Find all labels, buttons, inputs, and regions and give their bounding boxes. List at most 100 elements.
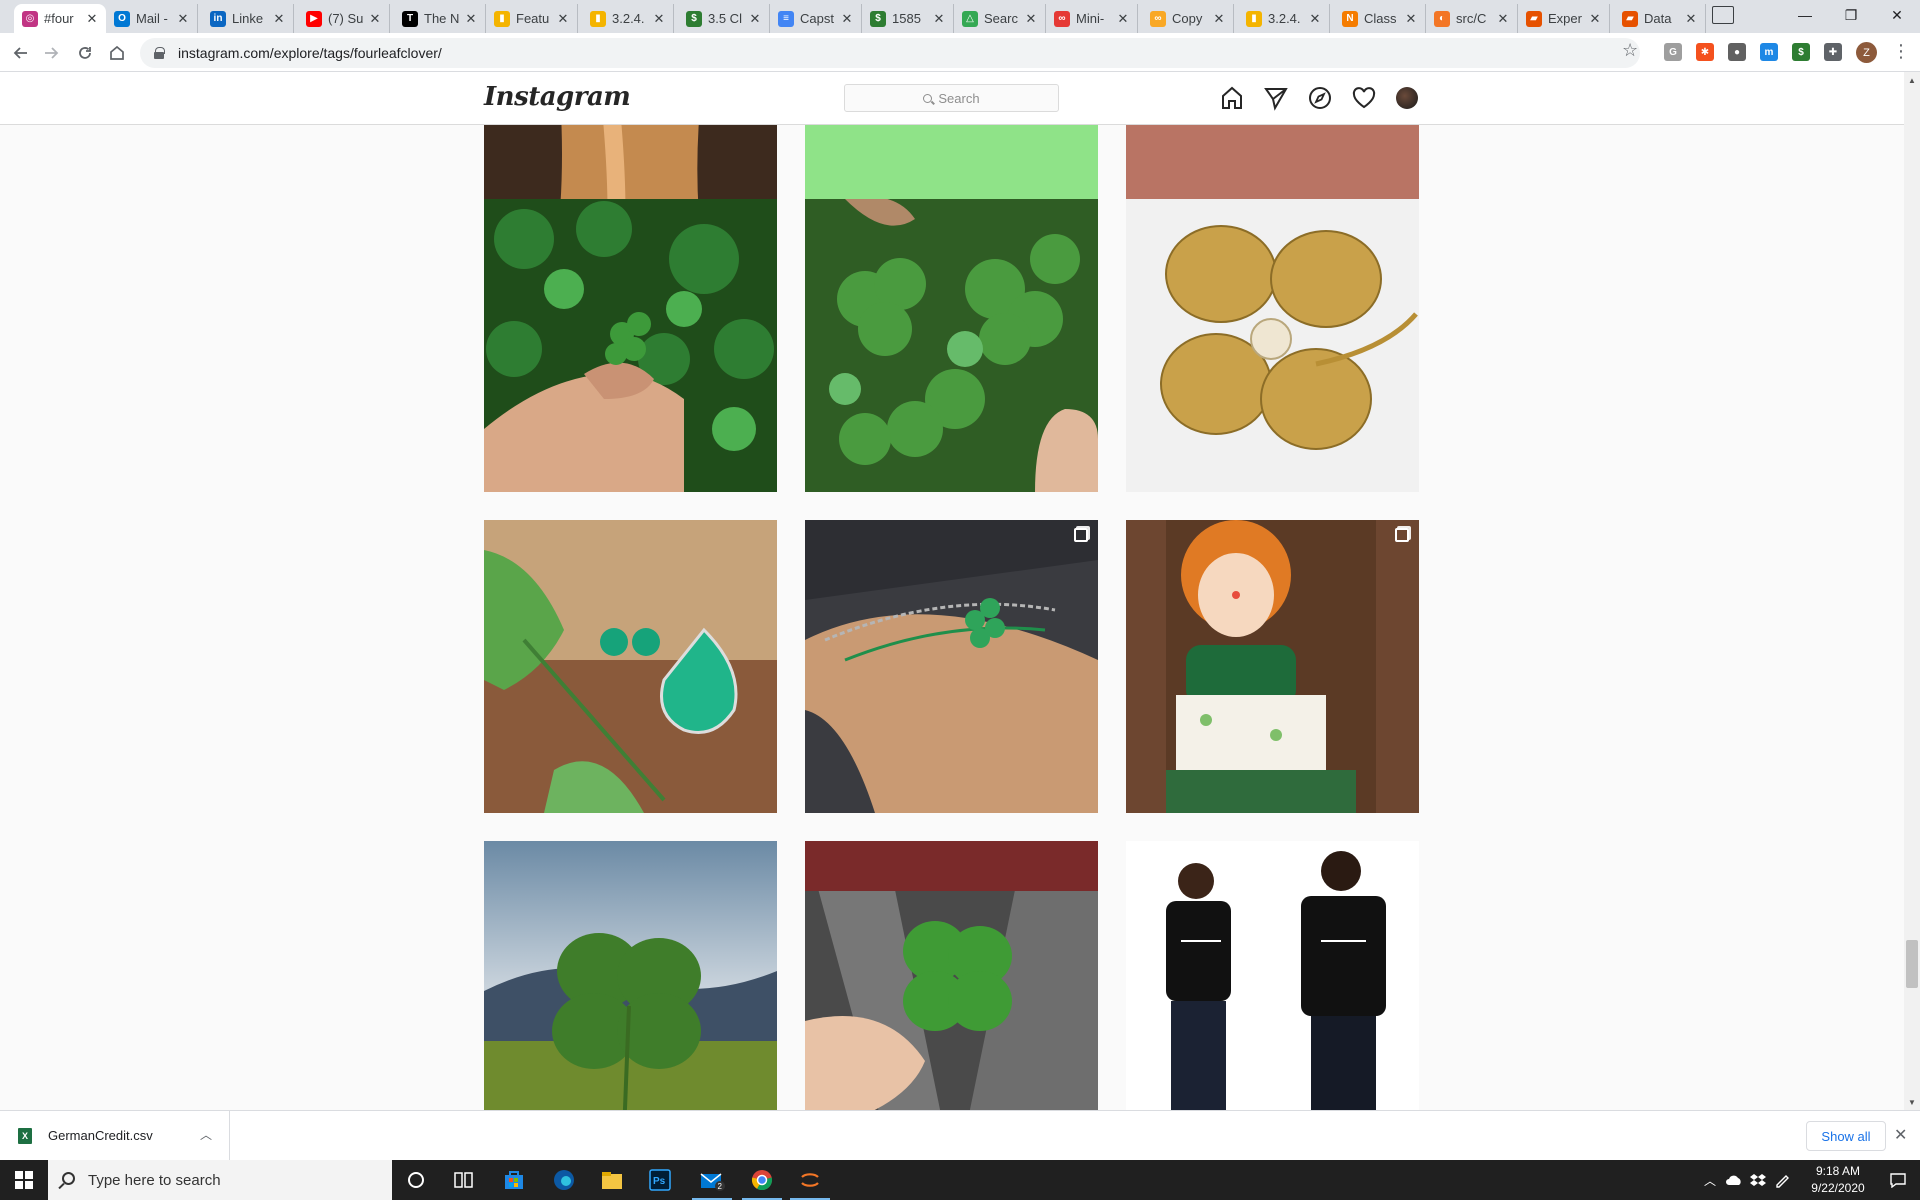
post-gold-clover-brooch[interactable] [1126,199,1419,492]
browser-tab[interactable]: ▰ Exper ✕ [1518,4,1610,33]
tab-label: 3.5 Cl [708,11,742,26]
circle-ext-icon[interactable]: ● [1728,43,1746,61]
task-view-icon[interactable] [440,1160,488,1200]
explore-compass-icon[interactable] [1307,85,1333,111]
address-bar[interactable]: instagram.com/explore/tags/fourleafclove… [140,38,1640,68]
window-minimize-icon[interactable]: — [1782,0,1828,30]
post-clover-bracelet[interactable] [805,520,1098,813]
browser-tab[interactable]: △ Searc ✕ [954,4,1046,33]
taskbar-search-box[interactable]: Type here to search [48,1160,392,1200]
orange-ext-icon[interactable]: ✱ [1696,43,1714,61]
search-input[interactable]: Search [844,84,1059,112]
post-clover-patch[interactable] [805,199,1098,492]
tab-close-icon[interactable]: ✕ [1115,11,1131,27]
browser-tab[interactable]: ▶ (7) Su ✕ [298,4,390,33]
browser-tab[interactable]: N Class ✕ [1334,4,1426,33]
reload-icon[interactable] [74,42,96,64]
activity-heart-icon[interactable] [1351,85,1377,111]
browser-tab[interactable]: $3.5 Cl ✕ [678,4,770,33]
scrollbar-thumb[interactable] [1906,940,1918,988]
direct-messages-icon[interactable] [1263,85,1289,111]
tab-strip: ◎ #four ✕ O Mail - ✕ in Linke ✕ ▶ (7) Su ✕ T The N ✕ ▮ F… [0,0,1920,33]
post-fingers-clover[interactable] [805,841,1098,1110]
tab-close-icon[interactable]: ✕ [747,11,763,27]
scroll-up-icon[interactable]: ▲ [1908,76,1916,85]
browser-tab[interactable]: ≡ Capst ✕ [770,4,862,33]
file-explorer-icon[interactable] [588,1160,636,1200]
browser-tab[interactable]: $1585 ✕ [862,4,954,33]
onedrive-icon[interactable] [1722,1160,1746,1200]
tab-close-icon[interactable]: ✕ [1495,11,1511,27]
window-restore-icon[interactable]: ❐ [1828,0,1874,30]
notifications-icon[interactable] [1878,1160,1918,1200]
close-shelf-icon[interactable]: ✕ [1894,1125,1907,1145]
tab-close-icon[interactable]: ✕ [175,11,191,27]
browser-tab[interactable]: ∞ Copy ✕ [1142,4,1234,33]
clock-date: 9/22/2020 [1811,1181,1865,1195]
tab-close-icon[interactable]: ✕ [555,11,571,27]
tab-close-icon[interactable]: ✕ [84,11,100,27]
profile-avatar[interactable]: Z [1856,42,1877,63]
home-icon[interactable] [106,42,128,64]
tab-label: Mail - [136,11,168,26]
dropbox-icon[interactable] [1746,1160,1770,1200]
tab-close-icon[interactable]: ✕ [1587,11,1603,27]
browser-tab[interactable]: ◎ #four ✕ [14,4,106,33]
tab-close-icon[interactable]: ✕ [1023,11,1039,27]
show-all-button[interactable]: Show all [1806,1121,1886,1151]
browser-tab[interactable]: ▰ Data ✕ [1614,4,1706,33]
grammarly-ext-icon[interactable]: G [1664,43,1682,61]
chevron-up-icon[interactable]: ︿ [200,1126,212,1143]
tab-close-icon[interactable]: ✕ [1307,11,1323,27]
download-item[interactable]: X GermanCredit.csv ︿ [0,1111,230,1160]
tab-close-icon[interactable]: ✕ [271,11,287,27]
tab-close-icon[interactable]: ✕ [1683,11,1699,27]
post-clover-landscape[interactable] [484,841,777,1110]
forward-icon[interactable] [40,42,62,64]
browser-tab[interactable]: ▮ 3.2.4. ✕ [1238,4,1330,33]
back-icon[interactable] [10,42,32,64]
blue-ext-icon[interactable]: m [1760,43,1778,61]
tab-close-icon[interactable]: ✕ [463,11,479,27]
tab-close-icon[interactable]: ✕ [1403,11,1419,27]
system-clock[interactable]: 9:18 AM 9/22/2020 [1798,1163,1878,1197]
puzzle-ext-icon[interactable]: ✚ [1824,43,1842,61]
profile-avatar-ig[interactable] [1396,87,1418,109]
browser-tab[interactable]: ▮ Featu ✕ [486,4,578,33]
tab-search-icon[interactable] [1712,6,1734,24]
carousel-icon [1395,849,1409,863]
tab-close-icon[interactable]: ✕ [367,11,383,27]
windows-start-icon[interactable] [0,1160,48,1200]
window-close-icon[interactable]: ✕ [1874,0,1920,30]
instagram-logo[interactable]: Instagram [484,82,631,112]
chrome-taskbar-icon[interactable] [738,1160,786,1200]
tray-chevron-icon[interactable]: ︿ [1700,1160,1720,1200]
excel-file-icon: X [18,1127,32,1144]
mail-icon[interactable]: 2 [688,1160,736,1200]
browser-tab[interactable]: T The N ✕ [394,4,486,33]
post-hand-holding-clover[interactable] [484,199,777,492]
scroll-down-icon[interactable]: ▼ [1908,1098,1916,1107]
photoshop-icon[interactable]: Ps [636,1160,684,1200]
pen-icon[interactable] [1770,1160,1794,1200]
home-nav-icon[interactable] [1219,85,1245,111]
post-clover-jewelry[interactable] [484,520,777,813]
bookmark-star-icon[interactable]: ☆ [1622,40,1638,61]
cortana-icon[interactable] [392,1160,440,1200]
tab-close-icon[interactable]: ✕ [931,11,947,27]
browser-tab[interactable]: in Linke ✕ [202,4,294,33]
tab-close-icon[interactable]: ✕ [1211,11,1227,27]
post-couple-tshirts[interactable] [1126,841,1419,1110]
browser-tab[interactable]: ∞ Mini- ✕ [1046,4,1138,33]
post-leprechaun-doll[interactable] [1126,520,1419,813]
chrome-menu-icon[interactable]: ⋮ [1892,41,1910,62]
edge-icon[interactable] [540,1160,588,1200]
jupyter-icon[interactable] [786,1160,834,1200]
tab-close-icon[interactable]: ✕ [839,11,855,27]
browser-tab[interactable]: ◐ src/C ✕ [1426,4,1518,33]
tab-close-icon[interactable]: ✕ [651,11,667,27]
green-ext-icon[interactable]: $ [1792,43,1810,61]
microsoft-store-icon[interactable] [490,1160,538,1200]
browser-tab[interactable]: O Mail - ✕ [106,4,198,33]
browser-tab[interactable]: ▮ 3.2.4. ✕ [582,4,674,33]
